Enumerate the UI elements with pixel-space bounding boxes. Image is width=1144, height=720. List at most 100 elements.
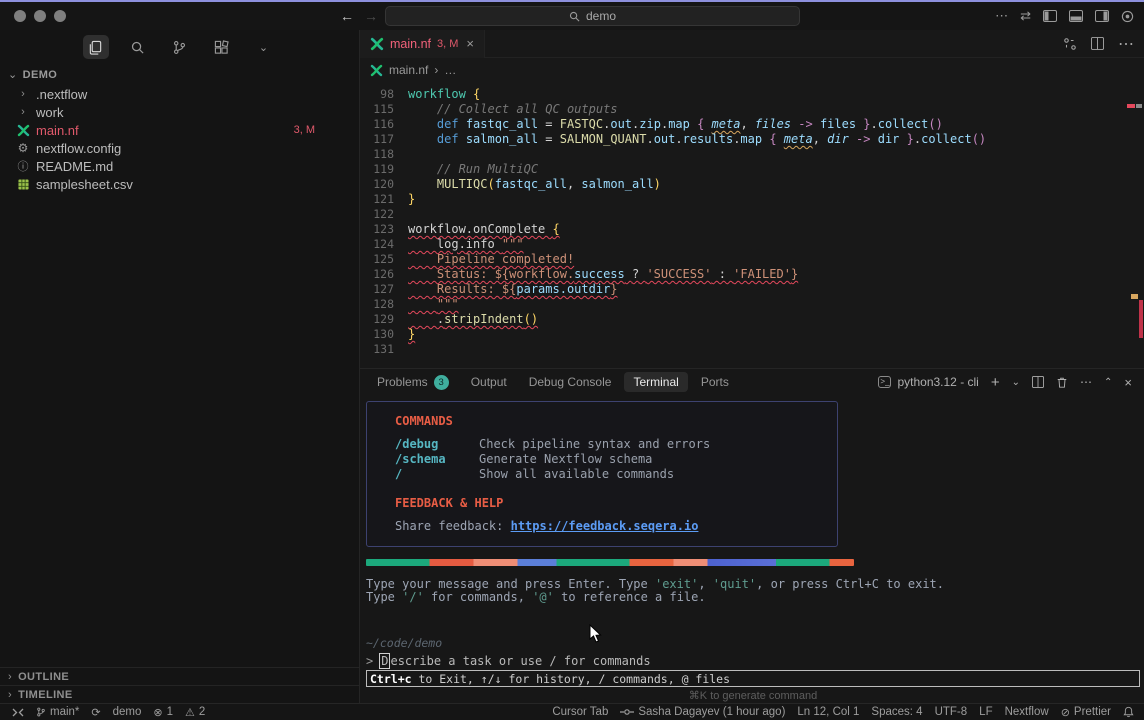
code-line[interactable]: 122 <box>360 207 1144 222</box>
file-tree-item-samplesheet-csv[interactable]: samplesheet.csv <box>0 175 359 193</box>
prettier-item[interactable]: ⊘Prettier <box>1061 706 1111 719</box>
feedback-label: Share feedback: <box>395 519 511 533</box>
line-number: 130 <box>360 327 394 342</box>
code-line[interactable]: 127 Results: ${params.outdir} <box>360 282 1144 297</box>
overview-ruler-error-marker <box>1127 104 1135 108</box>
git-blame-item[interactable]: Sasha Dagayev (1 hour ago) <box>620 706 785 718</box>
source-control-icon[interactable] <box>167 35 193 59</box>
code-line[interactable]: 126 Status: ${workflow.success ? 'SUCCES… <box>360 267 1144 282</box>
code-editor[interactable]: 98workflow {115 // Collect all QC output… <box>360 82 1144 368</box>
close-tab-icon[interactable]: × <box>466 36 474 51</box>
breadcrumb[interactable]: main.nf › … <box>360 58 1144 82</box>
panel-tab-output[interactable]: Output <box>462 372 516 392</box>
back-icon[interactable]: ← <box>340 8 354 24</box>
panel-tab-debug-console[interactable]: Debug Console <box>520 372 621 392</box>
chevron-down-icon: ⌄ <box>8 68 18 81</box>
minimize-window-icon[interactable] <box>34 10 46 22</box>
code-line[interactable]: 120 MULTIQC(fastqc_all, salmon_all) <box>360 177 1144 192</box>
search-view-icon[interactable] <box>125 35 151 59</box>
terminal-dropdown-icon[interactable]: ⌄ <box>1012 377 1020 388</box>
open-changes-icon[interactable] <box>1063 37 1077 51</box>
remote-indicator[interactable] <box>12 708 24 717</box>
title-bar: ← → demo ⋯ ⇄ <box>0 2 1144 30</box>
sync-changes-item[interactable]: ⟳ <box>91 706 100 719</box>
code-line[interactable]: 124 log.info """ <box>360 237 1144 252</box>
file-tree-item-readme-md[interactable]: ⓘREADME.md <box>0 157 359 175</box>
warnings-item[interactable]: ⚠2 <box>185 706 205 719</box>
terminal-instance[interactable]: >_ python3.12 - cli <box>878 375 978 389</box>
code-line[interactable]: 123workflow.onComplete { <box>360 222 1144 237</box>
code-line[interactable]: 121} <box>360 192 1144 207</box>
tab-main-nf[interactable]: main.nf 3, M × <box>360 30 485 58</box>
timeline-section[interactable]: › TIMELINE <box>0 685 359 703</box>
panel-tab-terminal[interactable]: Terminal <box>624 372 687 392</box>
line-number: 98 <box>360 87 394 102</box>
split-terminal-icon[interactable] <box>1032 376 1044 388</box>
status-item-lf[interactable]: LF <box>979 706 992 718</box>
line-number: 115 <box>360 102 394 117</box>
explorer-section-header[interactable]: ⌄ DEMO <box>0 64 359 85</box>
outline-section[interactable]: › OUTLINE <box>0 667 359 685</box>
notifications-bell[interactable] <box>1123 706 1134 718</box>
feedback-link[interactable]: https://feedback.seqera.io <box>511 519 699 533</box>
status-item-cursor-tab[interactable]: Cursor Tab <box>552 706 608 718</box>
overview-ruler-warning-marker <box>1131 294 1138 299</box>
status-item-label: Spaces: 4 <box>871 706 922 718</box>
status-item-ln-12-col-1[interactable]: Ln 12, Col 1 <box>797 706 859 718</box>
explorer-icon[interactable] <box>83 35 109 59</box>
split-editor-icon[interactable] <box>1091 37 1104 50</box>
more-actions-icon[interactable]: ⋯ <box>995 8 1008 24</box>
code-line[interactable]: 116 def fastqc_all = FASTQC.out.zip.map … <box>360 117 1144 132</box>
forward-icon[interactable]: → <box>364 8 378 24</box>
close-panel-icon[interactable]: × <box>1124 375 1132 390</box>
panel-tab-ports[interactable]: Ports <box>692 372 738 392</box>
status-item-spaces-4[interactable]: Spaces: 4 <box>871 706 922 718</box>
code-line[interactable]: 98workflow { <box>360 87 1144 102</box>
kill-terminal-icon[interactable] <box>1056 376 1068 389</box>
code-line[interactable]: 129 .stripIndent() <box>360 312 1144 327</box>
line-number: 123 <box>360 222 394 237</box>
file-tree-item-main-nf[interactable]: main.nf3, M <box>0 121 359 139</box>
status-item-utf-8[interactable]: UTF-8 <box>935 706 968 718</box>
code-line[interactable]: 117 def salmon_all = SALMON_QUANT.out.re… <box>360 132 1144 147</box>
code-line[interactable]: 115 // Collect all QC outputs <box>360 102 1144 117</box>
status-item-nextflow[interactable]: Nextflow <box>1005 706 1049 718</box>
file-tree-item--nextflow[interactable]: ›.nextflow <box>0 85 359 103</box>
more-views-chevron-icon[interactable]: ⌄ <box>251 35 277 59</box>
git-branch-item[interactable]: main* <box>36 706 79 718</box>
extensions-icon[interactable] <box>209 35 235 59</box>
code-line[interactable]: 125 Pipeline completed! <box>360 252 1144 267</box>
editor-more-actions-icon[interactable]: ⋯ <box>1118 34 1134 54</box>
code-line[interactable]: 130} <box>360 327 1144 342</box>
chevron-right-icon: › <box>14 88 32 100</box>
info-icon: ⓘ <box>14 158 32 174</box>
file-label: work <box>36 105 63 120</box>
breadcrumb-file[interactable]: main.nf <box>389 63 428 77</box>
panel-more-actions-icon[interactable]: ⋯ <box>1080 375 1092 389</box>
code-line[interactable]: 119 // Run MultiQC <box>360 162 1144 177</box>
toggle-secondary-sidebar-icon[interactable] <box>1095 10 1109 22</box>
code-line[interactable]: 131 <box>360 342 1144 357</box>
maximize-panel-icon[interactable]: ⌃ <box>1104 377 1112 388</box>
code-line[interactable]: 118 <box>360 147 1144 162</box>
zoom-window-icon[interactable] <box>54 10 66 22</box>
code-line[interactable]: 128 """ <box>360 297 1144 312</box>
toggle-panel-icon[interactable] <box>1069 10 1083 22</box>
terminal-view[interactable]: COMMANDS /debugCheck pipeline syntax and… <box>360 395 1144 703</box>
swap-arrows-icon[interactable]: ⇄ <box>1020 8 1031 24</box>
command-help-row: /schemaGenerate Nextflow schema <box>395 452 837 467</box>
assistant-prompt-input[interactable]: > Describe a task or use / for commands <box>366 654 1140 668</box>
errors-item[interactable]: ⊗1 <box>153 706 173 719</box>
customize-layout-icon[interactable] <box>1121 10 1134 23</box>
status-item-demo[interactable]: demo <box>113 706 142 718</box>
breadcrumb-more[interactable]: … <box>444 63 456 77</box>
new-terminal-button[interactable]: + <box>991 374 1000 391</box>
toggle-sidebar-icon[interactable] <box>1043 10 1057 22</box>
search-text: demo <box>586 9 616 23</box>
file-tree-item-work[interactable]: ›work <box>0 103 359 121</box>
file-tree-item-nextflow-config[interactable]: ⚙nextflow.config <box>0 139 359 157</box>
command-center-search[interactable]: demo <box>385 6 800 26</box>
panel-tab-problems[interactable]: Problems3 <box>368 372 458 393</box>
close-window-icon[interactable] <box>14 10 26 22</box>
chevron-right-icon: › <box>8 671 12 683</box>
